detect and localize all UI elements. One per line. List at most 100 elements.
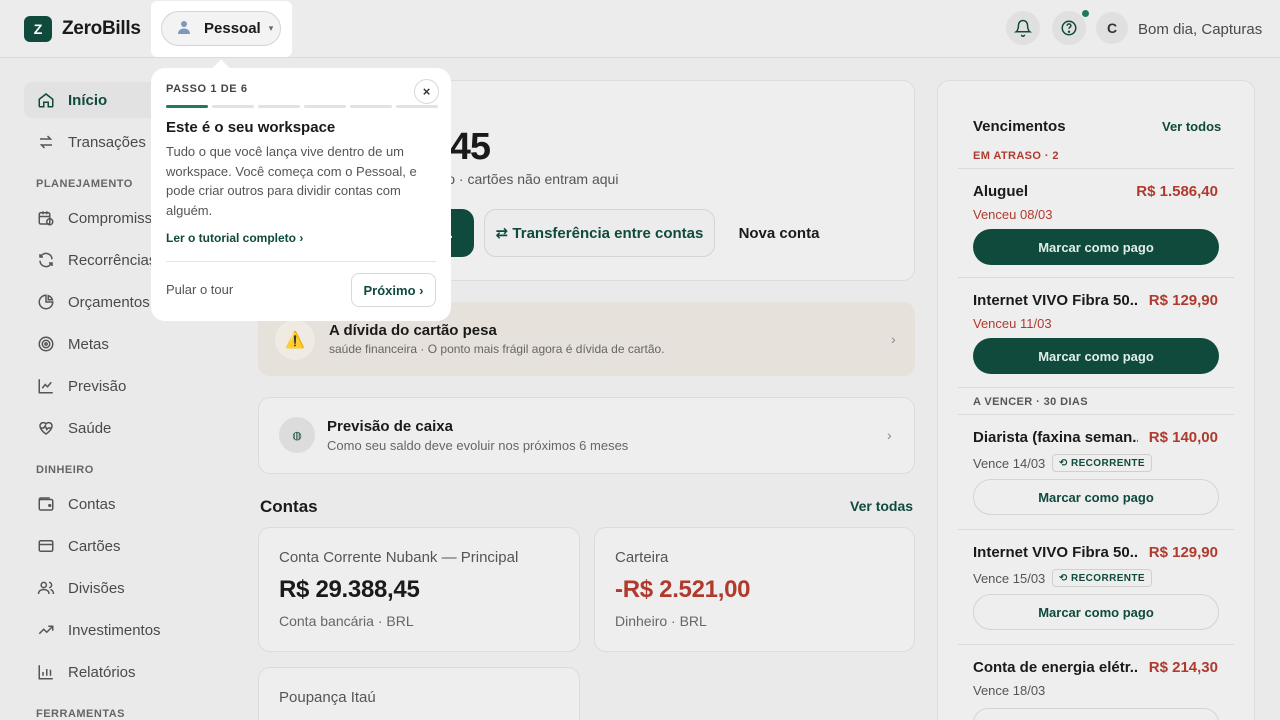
sidebar-item-cartoes[interactable]: Cartões <box>24 528 244 564</box>
sidebar-item-relatorios[interactable]: Relatórios <box>24 654 244 690</box>
bill-amount: R$ 214,30 <box>1148 659 1218 676</box>
alert-subtitle: saúde financeira · O ponto mais frágil a… <box>329 342 665 356</box>
tour-progress-segment <box>396 105 438 108</box>
close-icon[interactable]: × <box>414 79 439 104</box>
workspace-switcher[interactable]: Pessoal ▾ <box>161 11 281 46</box>
sidebar-item-label: Divisões <box>68 579 125 597</box>
bill-name: Aluguel <box>973 183 1028 200</box>
swap-icon <box>36 132 56 152</box>
forecast-title: Previsão de caixa <box>327 418 453 435</box>
divider <box>958 168 1234 169</box>
account-name: Poupança Itaú <box>279 689 376 706</box>
avatar[interactable]: C <box>1096 12 1128 44</box>
due-view-all-link[interactable]: Ver todos <box>1162 119 1221 134</box>
bill-amount: R$ 1.586,40 <box>1136 183 1218 200</box>
sidebar-item-label: Previsão <box>68 377 127 395</box>
bill-due-date: Venceu 08/03 <box>973 207 1053 222</box>
target-icon <box>36 334 56 354</box>
recurring-badge: ⟲ RECORRENTE <box>1052 569 1152 587</box>
sidebar-section-planning: PLANEJAMENTO <box>36 178 133 190</box>
logo-icon: Z <box>24 16 52 42</box>
help-button[interactable] <box>1052 11 1086 45</box>
sidebar-section-money: DINHEIRO <box>36 464 94 476</box>
transfer-button[interactable]: ⇄ Transferência entre contas <box>484 209 715 257</box>
skip-tour-button[interactable]: Pular o tour <box>166 282 233 297</box>
sidebar-item-previsao[interactable]: Previsão <box>24 368 244 404</box>
mark-paid-button[interactable]: Marcar como pago <box>973 479 1219 515</box>
alert-title: A dívida do cartão pesa <box>329 322 497 339</box>
bill-amount: R$ 129,90 <box>1148 292 1218 309</box>
bell-button[interactable] <box>1006 11 1040 45</box>
accounts-section-title: Contas <box>260 497 318 516</box>
bill-due-date: Venceu 11/03 <box>973 316 1052 331</box>
warning-icon: ⚠️ <box>275 320 315 360</box>
app-name: ZeroBills <box>62 18 141 39</box>
account-balance: -R$ 2.521,00 <box>615 576 751 603</box>
chevron-down-icon: ▾ <box>268 23 274 33</box>
workspace-label: Pessoal <box>204 20 261 37</box>
accounts-view-all-link[interactable]: Ver todas <box>850 498 913 514</box>
forecast-card[interactable] <box>258 397 915 474</box>
top-bar: Z ZeroBills Pessoal ▾ C Bom dia, Captura… <box>0 0 1280 58</box>
divider <box>958 644 1234 645</box>
tour-progress-segment <box>304 105 346 108</box>
tour-step-label: PASSO 1 DE 6 <box>166 83 248 95</box>
trending-up-icon <box>36 620 56 640</box>
sidebar-item-label: Cartões <box>68 537 121 555</box>
sidebar-item-divisoes[interactable]: Divisões <box>24 570 244 606</box>
tour-popover: PASSO 1 DE 6 × Este é o seu workspace Tu… <box>151 68 451 321</box>
tour-progress-segment <box>166 105 208 108</box>
chevron-right-icon: › <box>887 427 892 443</box>
bill-due-date: Vence 14/03 <box>973 456 1046 471</box>
bell-icon <box>1014 19 1032 37</box>
mark-paid-button[interactable] <box>973 708 1219 720</box>
upcoming-label: A VENCER · 30 DIAS <box>973 396 1088 408</box>
tour-tutorial-link[interactable]: Ler o tutorial completo › <box>166 231 303 245</box>
sidebar-section-tools: FERRAMENTAS <box>36 708 126 720</box>
refresh-icon <box>36 250 56 270</box>
greeting-text: Bom dia, Capturas <box>1138 21 1263 38</box>
bill-name: Conta de energia elétr... <box>973 659 1138 676</box>
line-chart-icon <box>36 376 56 396</box>
heart-pulse-icon <box>36 418 56 438</box>
tour-progress-segment <box>212 105 254 108</box>
account-meta: Conta bancária · BRL <box>279 613 414 629</box>
forecast-subtitle: Como seu saldo deve evoluir nos próximos… <box>327 438 629 453</box>
sidebar-item-label: Metas <box>68 335 109 353</box>
calendar-clock-icon <box>36 208 56 228</box>
sidebar-item-label: Relatórios <box>68 663 136 681</box>
sidebar-item-label: Transações <box>68 133 146 151</box>
due-panel-title: Vencimentos <box>973 118 1066 135</box>
divider <box>958 529 1234 530</box>
account-balance: R$ 29.388,45 <box>279 576 420 603</box>
account-name: Carteira <box>615 549 669 566</box>
sidebar-item-contas[interactable]: Contas <box>24 486 244 522</box>
next-button[interactable]: Próximo › <box>351 273 436 307</box>
mark-paid-button[interactable]: Marcar como pago <box>973 594 1219 630</box>
overdue-label: EM ATRASO · 2 <box>973 150 1059 162</box>
mark-paid-button[interactable]: Marcar como pago <box>973 229 1219 265</box>
account-name: Conta Corrente Nubank — Principal <box>279 549 519 566</box>
tour-title: Este é o seu workspace <box>166 119 336 136</box>
bill-amount: R$ 129,90 <box>1148 544 1218 561</box>
bill-due-date: Vence 18/03 <box>973 683 1046 698</box>
credit-card-icon <box>36 536 56 556</box>
sidebar-item-label: Orçamentos <box>68 293 150 311</box>
mark-paid-button[interactable]: Marcar como pago <box>973 338 1219 374</box>
bill-name: Internet VIVO Fibra 50... <box>973 292 1138 309</box>
divider <box>166 261 436 262</box>
sidebar-item-label: Investimentos <box>68 621 161 639</box>
sidebar-item-investimentos[interactable]: Investimentos <box>24 612 244 648</box>
tour-body: Tudo o que você lança vive dentro de um … <box>166 144 417 218</box>
divider <box>958 277 1234 278</box>
sidebar-item-saude[interactable]: Saúde <box>24 410 244 446</box>
new-account-button[interactable]: Nova conta <box>724 209 834 257</box>
forecast-icon: ◍ <box>279 417 315 453</box>
divider <box>958 414 1234 415</box>
wallet-icon <box>36 494 56 514</box>
help-icon <box>1061 20 1077 36</box>
bill-due-date: Vence 15/03 <box>973 571 1046 586</box>
sidebar-item-metas[interactable]: Metas <box>24 326 244 362</box>
pie-chart-icon <box>36 292 56 312</box>
tour-progress-segment <box>258 105 300 108</box>
